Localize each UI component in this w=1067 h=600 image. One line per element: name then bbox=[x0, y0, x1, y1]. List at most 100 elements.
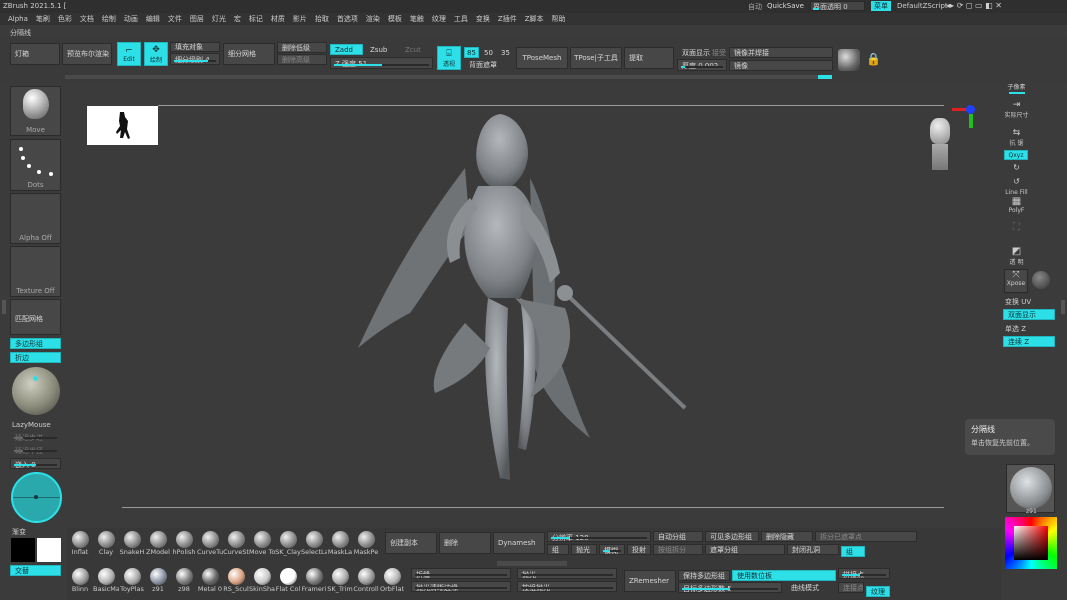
material-thumbnail[interactable]: Controll bbox=[353, 568, 379, 593]
secondary-color-swatch[interactable] bbox=[37, 538, 61, 562]
keep-groups-button[interactable]: 保持多边形组 bbox=[678, 570, 730, 581]
left-shelf-handle[interactable] bbox=[2, 300, 6, 314]
actual-size-button[interactable]: ⇥ 实际尺寸 bbox=[1004, 100, 1029, 119]
menu-item[interactable]: 影片 bbox=[293, 14, 307, 24]
mirror-weld-button[interactable]: 镜像并焊接 bbox=[729, 47, 833, 58]
menu-item[interactable]: 渲染 bbox=[366, 14, 380, 24]
material-thumbnail[interactable]: Blinn bbox=[68, 568, 92, 593]
material-thumbnail[interactable]: RS_Scul bbox=[223, 568, 249, 593]
preview-boolean-button[interactable]: 预览布尔渲染 bbox=[62, 43, 112, 65]
auto-group-button[interactable]: 自动分组 bbox=[653, 531, 703, 542]
brush-thumbnail[interactable]: Clay bbox=[94, 531, 118, 556]
connect-z-button[interactable]: 连续 Z bbox=[1003, 336, 1055, 347]
menu-item[interactable]: 文档 bbox=[80, 14, 94, 24]
brush-thumbnail[interactable]: hPolish bbox=[172, 531, 196, 556]
menu-item[interactable]: 笔刷 bbox=[36, 14, 50, 24]
material-sphere-icon[interactable] bbox=[12, 367, 60, 415]
stroke-dots-slot[interactable]: Dots bbox=[10, 139, 61, 191]
brush-thumbnail[interactable]: CurveSt bbox=[223, 531, 249, 556]
backface-mask-button[interactable]: 背面遮罩 bbox=[464, 60, 514, 70]
switch-color-button[interactable]: 交替 bbox=[10, 565, 61, 576]
rotate-y-icon[interactable]: ↻ bbox=[1004, 163, 1029, 172]
dynamesh-button[interactable]: Dynamesh bbox=[493, 532, 545, 554]
menu-item[interactable]: 材质 bbox=[271, 14, 285, 24]
material-thumbnail[interactable]: z91 bbox=[146, 568, 170, 593]
menu-item[interactable]: 笔触 bbox=[410, 14, 424, 24]
group-toggle[interactable]: 组 bbox=[547, 544, 569, 555]
uv-toggle-label[interactable]: 变换 UV bbox=[1005, 297, 1031, 307]
tpose-subtool-button[interactable]: TPose|子工具 bbox=[570, 47, 622, 69]
lock-icon[interactable]: 🔒 bbox=[866, 52, 881, 66]
mask-group-button[interactable]: 遮罩分组 bbox=[705, 544, 785, 555]
delete-hidden-button[interactable]: 删除隐藏 bbox=[761, 531, 813, 542]
zremesher-button[interactable]: ZRemesher bbox=[624, 570, 676, 592]
bpr-render-icon[interactable] bbox=[838, 49, 860, 71]
subpixel-toggle[interactable]: 子像素 bbox=[1004, 82, 1029, 94]
brush-move-slot[interactable]: Move bbox=[10, 86, 61, 136]
close-holes-button[interactable]: 封闭孔洞 bbox=[787, 544, 839, 555]
solo-sphere-icon[interactable] bbox=[1032, 271, 1050, 289]
fov-85-button[interactable]: 85 bbox=[464, 47, 479, 58]
polish-crisp-slider[interactable]: 抛光清晰边缘 bbox=[411, 581, 511, 592]
menu-item[interactable]: 编辑 bbox=[146, 14, 160, 24]
split-groups-button[interactable]: 按组拆分 bbox=[653, 544, 703, 555]
brush-thumbnail[interactable]: Move To bbox=[249, 531, 275, 556]
polish-group-slider[interactable]: 按组抛光 bbox=[517, 581, 617, 592]
menu-item[interactable]: 帮助 bbox=[552, 14, 566, 24]
fov-50-button[interactable]: 50 bbox=[481, 47, 496, 58]
lazy-step-slider[interactable]: 延迟步进 bbox=[10, 431, 61, 442]
brush-thumbnail[interactable]: Inflat bbox=[68, 531, 92, 556]
menu-item[interactable]: 色彩 bbox=[58, 14, 72, 24]
fill-object-button[interactable]: 填充对象 bbox=[170, 42, 220, 52]
menu-item[interactable]: Z脚本 bbox=[525, 14, 544, 24]
zcut-button[interactable]: Zcut bbox=[400, 44, 433, 55]
material-thumbnail[interactable]: SK_Trim bbox=[327, 568, 353, 593]
curve-mode-button[interactable]: 曲线模式 bbox=[786, 582, 836, 593]
perspective-button[interactable]: ⌸ 透视 bbox=[437, 46, 461, 70]
menu-item[interactable]: 图层 bbox=[190, 14, 204, 24]
menu-item[interactable]: 首选项 bbox=[337, 14, 358, 24]
draw-button[interactable]: ✥ 绘制 bbox=[144, 42, 168, 66]
menu-item[interactable]: Z插件 bbox=[498, 14, 517, 24]
quicksave-button[interactable]: QuickSave bbox=[767, 2, 804, 10]
sculpt-model[interactable] bbox=[350, 108, 690, 498]
transparency-slider[interactable]: 界面透明 0 bbox=[810, 1, 865, 11]
lazy-radius-slider[interactable]: 延迟半径 bbox=[10, 444, 61, 455]
visible-group-button[interactable]: 可见多边形组 bbox=[705, 531, 759, 542]
embed-slider[interactable]: 嵌入 0 bbox=[10, 458, 61, 469]
resolution-slider[interactable]: 分辨率 128 bbox=[547, 531, 651, 542]
extract-button[interactable]: 提取 bbox=[624, 47, 674, 69]
tposemesh-button[interactable]: TPoseMesh bbox=[516, 47, 568, 69]
brush-thumbnail[interactable]: SelectLa bbox=[301, 531, 327, 556]
double-sided-right-button[interactable]: 双面显示 bbox=[1003, 309, 1055, 320]
blur-slider[interactable]: 模糊 bbox=[599, 544, 625, 555]
mirror-button[interactable]: 镜像 bbox=[729, 60, 833, 71]
xyz-button[interactable]: Qxyz bbox=[1004, 150, 1028, 160]
material-thumbnail[interactable]: Metal 0 bbox=[198, 568, 222, 593]
lazymouse-label[interactable]: LazyMouse bbox=[12, 421, 51, 429]
match-mesh-button[interactable]: 匹配网格 bbox=[10, 299, 61, 335]
navigation-head-icon[interactable] bbox=[928, 118, 952, 172]
material-thumbnail[interactable]: OrbFlat bbox=[380, 568, 404, 593]
polish2-slider[interactable]: 抛光 bbox=[517, 568, 617, 579]
menu-item[interactable]: 宏 bbox=[234, 14, 241, 24]
menu-item[interactable]: 动画 bbox=[124, 14, 138, 24]
texture-off-slot[interactable]: Texture Off bbox=[10, 246, 61, 297]
material-thumbnail[interactable]: SkinSha bbox=[249, 568, 275, 593]
polish-toggle[interactable]: 抛光 bbox=[571, 544, 597, 555]
project-toggle[interactable]: 投射 bbox=[627, 544, 651, 555]
menu-item[interactable]: 灯光 bbox=[212, 14, 226, 24]
menu-item[interactable]: 纹理 bbox=[432, 14, 446, 24]
rotate-z-icon[interactable]: ↺ bbox=[1004, 177, 1029, 186]
tray-divider[interactable] bbox=[497, 561, 567, 566]
menu-item[interactable]: 文件 bbox=[168, 14, 182, 24]
target-poly-slider[interactable]: 目标多边形数 5 bbox=[678, 582, 782, 593]
material-thumbnail[interactable]: z98 bbox=[172, 568, 196, 593]
connect-points-button[interactable]: 连接点 bbox=[838, 582, 864, 593]
menu-item[interactable]: 标记 bbox=[249, 14, 263, 24]
zsub-button[interactable]: Zsub bbox=[365, 44, 398, 55]
edit-button[interactable]: ⌐ Edit bbox=[117, 42, 141, 66]
fov-35-button[interactable]: 35 bbox=[498, 47, 513, 58]
right-shelf-handle[interactable] bbox=[1061, 300, 1065, 314]
delete-button[interactable]: 删除 bbox=[439, 532, 491, 554]
